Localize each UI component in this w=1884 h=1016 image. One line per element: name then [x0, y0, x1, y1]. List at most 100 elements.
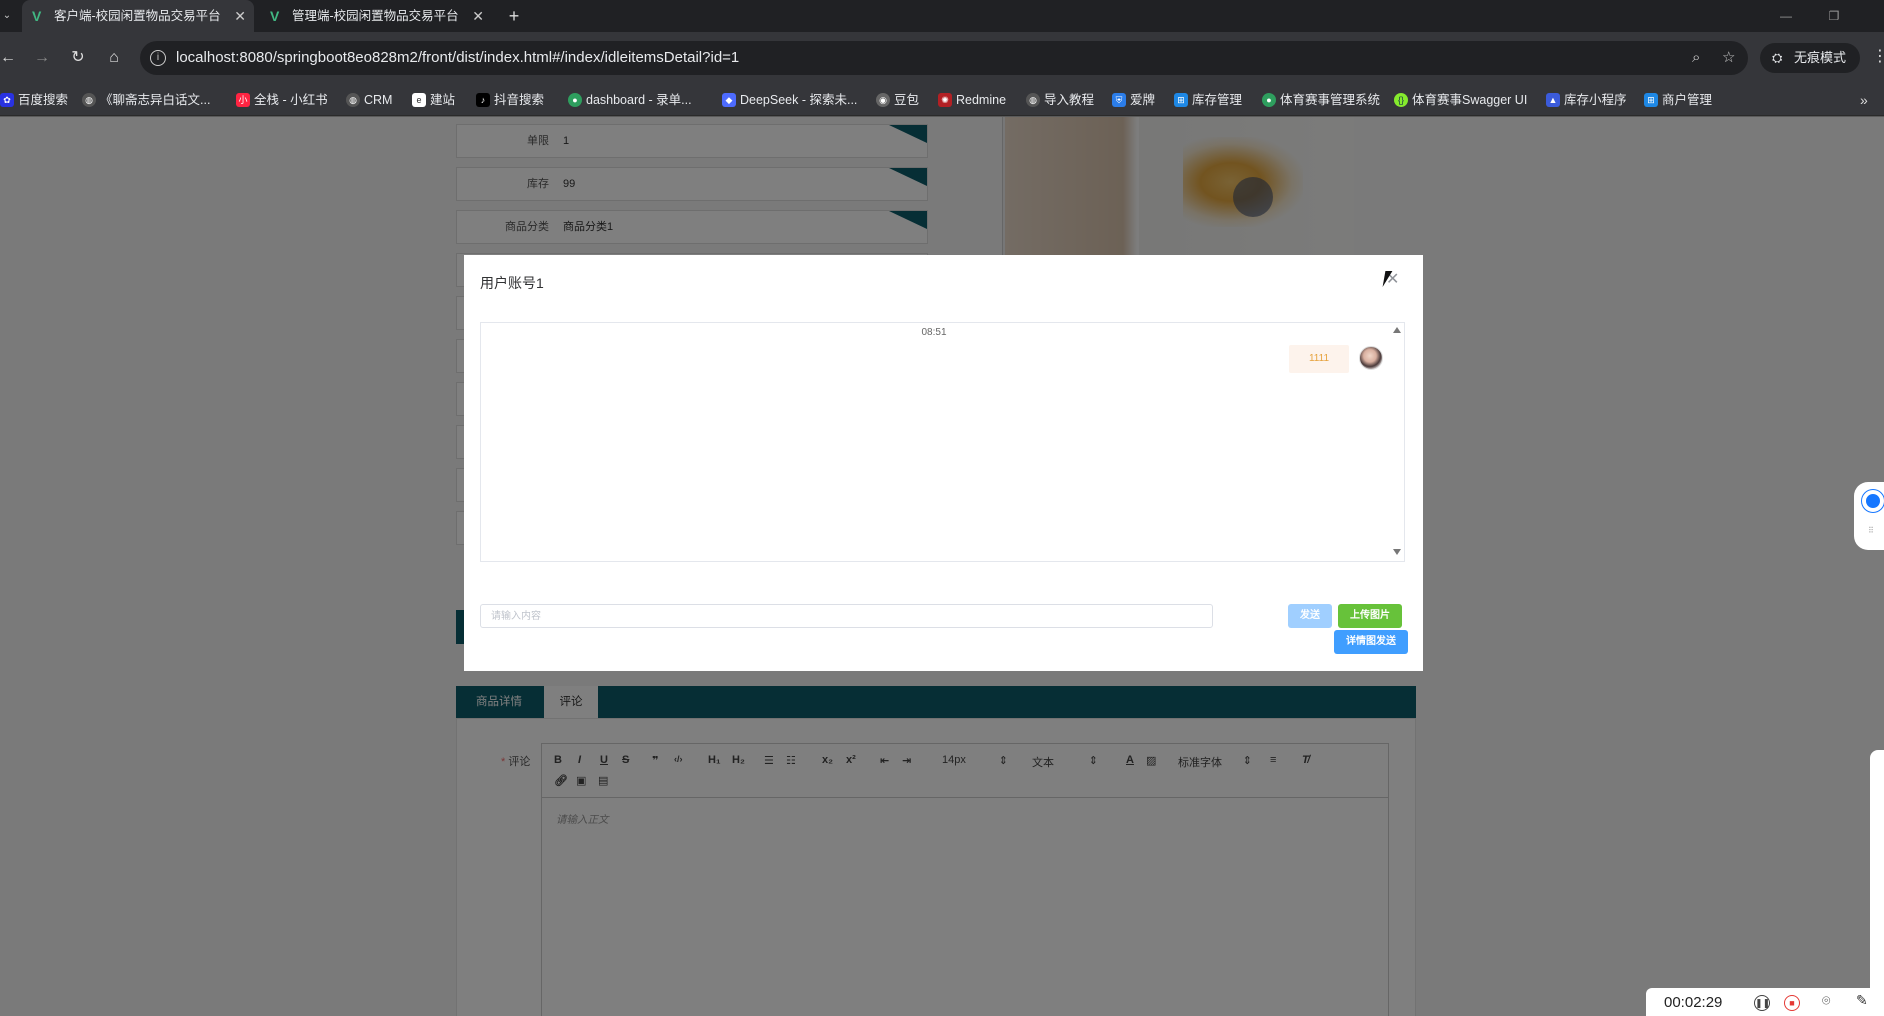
- incognito-label: 无痕模式: [1794, 50, 1847, 65]
- close-tab-icon[interactable]: ✕: [472, 0, 484, 32]
- message-input[interactable]: [480, 604, 1213, 628]
- bookmark-item[interactable]: ⊞ 库存管理: [1174, 84, 1242, 116]
- detail-image-send-button[interactable]: 详情图发送: [1334, 630, 1408, 654]
- reload-icon[interactable]: ↻: [66, 46, 90, 70]
- bookmark-label: 豆包: [894, 93, 920, 107]
- bookmark-label: 百度搜索: [18, 93, 69, 107]
- bookmark-label: 建站: [430, 93, 456, 107]
- send-button[interactable]: 发送: [1288, 604, 1332, 628]
- browser-tab-bar: ⌄ V 客户端-校园闲置物品交易平台 ✕ V 管理端-校园闲置物品交易平台 ✕ …: [0, 0, 1884, 32]
- address-bar[interactable]: i localhost:8080/springboot8eo828m2/fron…: [140, 41, 1748, 75]
- menu-kebab-icon[interactable]: ⋮: [1872, 46, 1884, 66]
- site-info-icon[interactable]: i: [150, 50, 166, 66]
- deepseek-icon: ◆: [722, 93, 736, 107]
- zoom-icon[interactable]: ⌕: [1692, 41, 1700, 75]
- upload-image-button[interactable]: 上传图片: [1338, 604, 1402, 628]
- bookmark-item[interactable]: 小全栈 - 小红书: [236, 84, 328, 116]
- url-text: localhost:8080/springboot8eo828m2/front/…: [176, 49, 740, 66]
- bookmark-label: DeepSeek - 探索未...: [740, 93, 858, 107]
- assistant-icon: [1862, 490, 1884, 512]
- bookmark-label: 库存小程序: [1564, 93, 1627, 107]
- dashboard-icon: ●: [568, 93, 582, 107]
- bookmark-item[interactable]: {} 体育赛事Swagger UI: [1394, 84, 1527, 116]
- tiktok-icon: ♪: [476, 93, 490, 107]
- bookmark-label: 体育赛事Swagger UI: [1412, 93, 1528, 107]
- bookmark-item[interactable]: ◍ CRM: [346, 84, 392, 116]
- side-panel-edge[interactable]: [1870, 750, 1884, 1016]
- pen-icon[interactable]: ✎: [1856, 992, 1868, 1009]
- bookmark-item[interactable]: ● dashboard - 录单...: [568, 84, 692, 116]
- globe-icon: ◍: [1026, 93, 1040, 107]
- bookmark-label: 体育赛事管理系统: [1280, 93, 1381, 107]
- bookmark-label: 库存管理: [1192, 93, 1243, 107]
- incognito-badge[interactable]: ⛭ 无痕模式: [1760, 43, 1860, 73]
- bookmark-item[interactable]: ● 体育赛事管理系统: [1262, 84, 1380, 116]
- forward-icon[interactable]: →: [30, 46, 54, 70]
- more-bookmarks-icon[interactable]: »: [1860, 84, 1868, 116]
- bookmark-label: 《聊斋志异白话文...: [100, 93, 211, 107]
- browser-toolbar: ← → ↻ ⌂ i localhost:8080/springboot8eo82…: [0, 32, 1884, 84]
- globe-icon: ◍: [82, 93, 96, 107]
- leaf-icon: ●: [1262, 93, 1276, 107]
- tab-title: 管理端-校园闲置物品交易平台: [292, 9, 459, 23]
- bookmark-item[interactable]: ⊞ 商户管理: [1644, 84, 1712, 116]
- bookmark-item[interactable]: ◍ 《聊斋志异白话文...: [82, 84, 210, 116]
- bookmark-label: 爱牌: [1130, 93, 1156, 107]
- bookmark-item[interactable]: e 建站: [412, 84, 455, 116]
- bookmark-item[interactable]: ✺ Redmine: [938, 84, 1006, 116]
- bookmark-star-icon[interactable]: ☆: [1722, 41, 1735, 75]
- tab-search-icon[interactable]: ⌄: [0, 8, 14, 24]
- recording-timer: 00:02:29: [1664, 994, 1723, 1011]
- chat-message-list[interactable]: 08:51 1111: [480, 322, 1405, 562]
- tab-title: 客户端-校园闲置物品交易平台: [54, 9, 221, 23]
- bookmark-item[interactable]: ⛨ 爱牌: [1112, 84, 1155, 116]
- bookmark-item[interactable]: ♪ 抖音搜索: [476, 84, 544, 116]
- bookmark-item[interactable]: ▲ 库存小程序: [1546, 84, 1627, 116]
- camera-icon[interactable]: ⌾: [1822, 992, 1830, 1009]
- bookmark-label: Redmine: [956, 93, 1007, 107]
- shield-icon: ⛨: [1112, 93, 1126, 107]
- vue-logo-icon: V: [270, 8, 280, 24]
- message-timestamp: 08:51: [921, 327, 947, 338]
- bookmarks-bar: ✿ 百度搜索 ◍ 《聊斋志异白话文... 小全栈 - 小红书 ◍ CRM e 建站 ♪ 抖…: [0, 84, 1884, 116]
- scroll-down-arrow-icon[interactable]: [1393, 549, 1401, 555]
- bookmark-item[interactable]: ◆ DeepSeek - 探索未...: [722, 84, 857, 116]
- screen-recorder-bar: 00:02:29 ❚❚ ■ ⌾ ✎: [1646, 988, 1884, 1016]
- xiaohongshu-icon: 小: [236, 93, 250, 107]
- pause-icon[interactable]: ❚❚: [1754, 995, 1770, 1011]
- bookmark-item[interactable]: ◍ 导入教程: [1026, 84, 1094, 116]
- doubao-icon: ◉: [876, 93, 890, 107]
- stop-record-icon[interactable]: ■: [1784, 995, 1800, 1011]
- tab-admin[interactable]: V 管理端-校园闲置物品交易平台 ✕: [260, 0, 492, 32]
- scroll-up-arrow-icon[interactable]: [1393, 327, 1401, 333]
- back-icon[interactable]: ←: [0, 46, 20, 70]
- swagger-icon: {}: [1394, 93, 1408, 107]
- redmine-icon: ✺: [938, 93, 952, 107]
- bookmark-item[interactable]: ◉ 豆包: [876, 84, 919, 116]
- drag-handle-icon[interactable]: ⠿: [1868, 526, 1874, 535]
- bookmark-label: dashboard - 录单...: [586, 93, 692, 107]
- app-icon: ⊞: [1644, 93, 1658, 107]
- bookmark-label: 导入教程: [1044, 93, 1095, 107]
- tab-client[interactable]: V 客户端-校园闲置物品交易平台 ✕: [22, 0, 254, 32]
- globe-icon: ◍: [346, 93, 360, 107]
- app-icon: ⊞: [1174, 93, 1188, 107]
- bookmark-item[interactable]: ✿ 百度搜索: [0, 84, 68, 116]
- paw-icon: ✿: [0, 93, 14, 107]
- minimize-icon[interactable]: —: [1766, 0, 1806, 32]
- bookmark-label: 全栈 - 小红书: [254, 93, 328, 107]
- site-icon: e: [412, 93, 426, 107]
- triangle-icon: ▲: [1546, 93, 1560, 107]
- avatar: [1359, 346, 1383, 370]
- dialog-title: 用户账号1: [480, 275, 544, 291]
- new-tab-button[interactable]: +: [504, 0, 524, 32]
- bookmark-label: 商户管理: [1662, 93, 1713, 107]
- chat-dialog: 用户账号1 ✕ 08:51 1111 发送 上传图片 详情图发送: [464, 255, 1423, 671]
- home-icon[interactable]: ⌂: [102, 46, 126, 70]
- message-bubble: 1111: [1289, 345, 1349, 373]
- incognito-icon: ⛭: [1772, 50, 1783, 65]
- close-tab-icon[interactable]: ✕: [234, 0, 246, 32]
- bookmark-label: 抖音搜索: [494, 93, 545, 107]
- floating-assistant-widget[interactable]: ⠿: [1854, 482, 1884, 550]
- restore-icon[interactable]: ❐: [1814, 0, 1854, 32]
